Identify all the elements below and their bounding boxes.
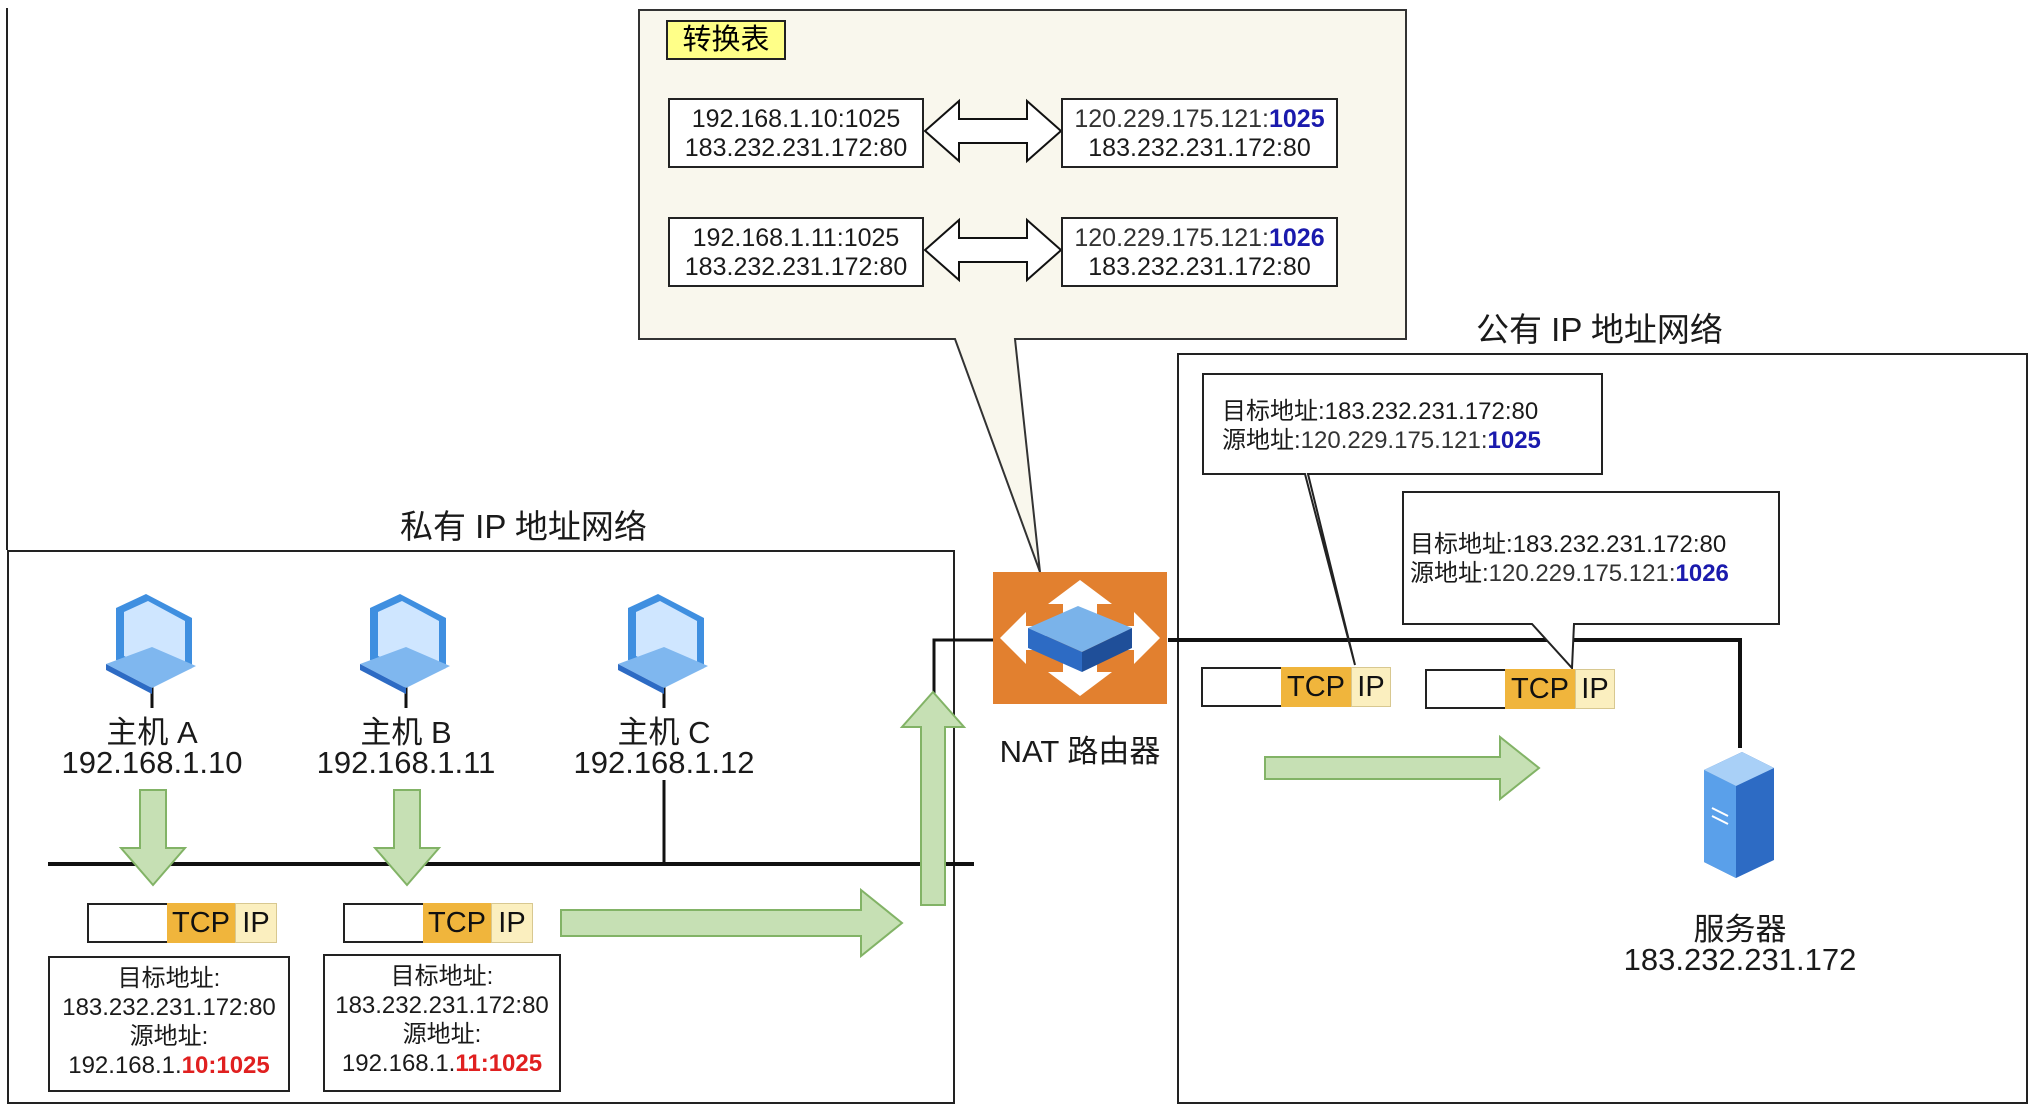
server-ip: 183.232.231.172 bbox=[1623, 942, 1857, 977]
packet-src: 192.168.1.10:1025 bbox=[50, 1051, 288, 1080]
packet-dst: 183.232.231.172:80 bbox=[335, 992, 549, 1019]
table-row-1-public: 120.229.175.121:1025 183.232.231.172:80 bbox=[1061, 98, 1338, 168]
public-network-label: 公有 IP 地址网络 bbox=[1476, 311, 1723, 348]
table-row-1-public-line2: 183.232.231.172:80 bbox=[1088, 134, 1311, 162]
private-network-label: 私有 IP 地址网络 bbox=[400, 508, 647, 545]
host-c-ip: 192.168.1.12 bbox=[573, 745, 755, 780]
table-row-1-private-line1: 192.168.1.10:1025 bbox=[691, 105, 901, 133]
callout-dst-label: 目标地址: bbox=[1222, 398, 1325, 425]
packet-ip-segment: IP bbox=[235, 903, 277, 943]
private-packet-a-addresses: 目标地址: 183.232.231.172:80 源地址: 192.168.1.… bbox=[48, 956, 290, 1092]
packet-tcp-segment: TCP bbox=[423, 903, 491, 943]
diagram-canvas: 转换表 192.168.1.10:1025 183.232.231.172:80… bbox=[0, 0, 2036, 1106]
packet-src-highlight: 11:1025 bbox=[455, 1050, 543, 1077]
public-callout-2: 目标地址:183.232.231.172:80 源地址:120.229.175.… bbox=[1410, 530, 1729, 588]
packet-src-label: 源地址: bbox=[129, 1023, 209, 1050]
server-icon bbox=[1704, 752, 1774, 878]
packet-ip-segment: IP bbox=[491, 903, 533, 943]
packet-src-prefix: 192.168.1. bbox=[341, 1050, 456, 1077]
packet-data-segment bbox=[343, 903, 423, 943]
table-row-2-private: 192.168.1.11:1025 183.232.231.172:80 bbox=[668, 217, 924, 287]
packet-dst: 183.232.231.172:80 bbox=[62, 994, 276, 1021]
private-packet-b: TCP IP bbox=[343, 903, 533, 943]
packet-src: 192.168.1.11:1025 bbox=[325, 1049, 559, 1078]
public-packet-1: TCP IP bbox=[1201, 667, 1391, 707]
packet-src-label: 源地址: bbox=[402, 1021, 482, 1048]
table-row-2-public-line1: 120.229.175.121:1026 bbox=[1063, 224, 1336, 253]
packet-tcp-segment: TCP bbox=[167, 903, 235, 943]
table-row-1-public-prefix: 120.229.175.121: bbox=[1074, 105, 1269, 133]
table-row-2-public-prefix: 120.229.175.121: bbox=[1074, 224, 1269, 252]
table-row-1-private-line2: 183.232.231.172:80 bbox=[684, 134, 908, 162]
callout-src-prefix: 120.229.175.121: bbox=[1300, 427, 1488, 454]
private-packet-b-addresses: 目标地址: 183.232.231.172:80 源地址: 192.168.1.… bbox=[323, 954, 561, 1092]
table-row-2-private-line2: 183.232.231.172:80 bbox=[684, 253, 908, 281]
callout-src-port: 1025 bbox=[1487, 427, 1541, 454]
callout-src: 源地址:120.229.175.121:1026 bbox=[1410, 559, 1729, 588]
packet-ip-segment: IP bbox=[1575, 669, 1615, 709]
callout-dst: 目标地址:183.232.231.172:80 bbox=[1410, 530, 1729, 559]
packet-data-segment bbox=[1201, 667, 1281, 707]
public-callout-1: 目标地址:183.232.231.172:80 源地址:120.229.175.… bbox=[1222, 397, 1541, 455]
public-packet-2: TCP IP bbox=[1425, 669, 1615, 709]
private-packet-a: TCP IP bbox=[87, 903, 277, 943]
packet-tcp-segment: TCP bbox=[1505, 669, 1575, 709]
callout-src-label: 源地址: bbox=[1222, 427, 1301, 454]
table-row-2-public-port: 1026 bbox=[1269, 224, 1325, 252]
callout-dst-value: 183.232.231.172:80 bbox=[1324, 398, 1539, 425]
packet-tcp-segment: TCP bbox=[1281, 667, 1351, 707]
packet-data-segment bbox=[1425, 669, 1505, 709]
table-row-1-public-line1: 120.229.175.121:1025 bbox=[1063, 105, 1336, 134]
packet-dst-label: 目标地址: bbox=[117, 965, 221, 992]
callout-dst-value: 183.232.231.172:80 bbox=[1512, 531, 1727, 558]
callout-dst-label: 目标地址: bbox=[1410, 531, 1513, 558]
host-a-ip: 192.168.1.10 bbox=[61, 745, 243, 780]
packet-dst-label: 目标地址: bbox=[390, 963, 494, 990]
packet-ip-segment: IP bbox=[1351, 667, 1391, 707]
packet-data-segment bbox=[87, 903, 167, 943]
table-row-2-public: 120.229.175.121:1026 183.232.231.172:80 bbox=[1061, 217, 1338, 287]
callout-src-prefix: 120.229.175.121: bbox=[1488, 560, 1676, 587]
translation-table-title: 转换表 bbox=[666, 20, 786, 60]
table-row-2-private-line1: 192.168.1.11:1025 bbox=[692, 224, 900, 252]
callout-src: 源地址:120.229.175.121:1025 bbox=[1222, 426, 1541, 455]
table-row-1-public-port: 1025 bbox=[1269, 105, 1325, 133]
table-row-1-private: 192.168.1.10:1025 183.232.231.172:80 bbox=[668, 98, 924, 168]
callout-src-port: 1026 bbox=[1675, 560, 1729, 587]
router-label: NAT 路由器 bbox=[999, 734, 1161, 769]
packet-src-prefix: 192.168.1. bbox=[68, 1052, 182, 1079]
callout-src-label: 源地址: bbox=[1410, 560, 1489, 587]
packet-src-highlight: 10:1025 bbox=[181, 1052, 270, 1079]
host-b-ip: 192.168.1.11 bbox=[316, 745, 496, 780]
nat-router-icon bbox=[993, 572, 1167, 1106]
callout-dst: 目标地址:183.232.231.172:80 bbox=[1222, 397, 1541, 426]
table-row-2-public-line2: 183.232.231.172:80 bbox=[1088, 253, 1311, 281]
